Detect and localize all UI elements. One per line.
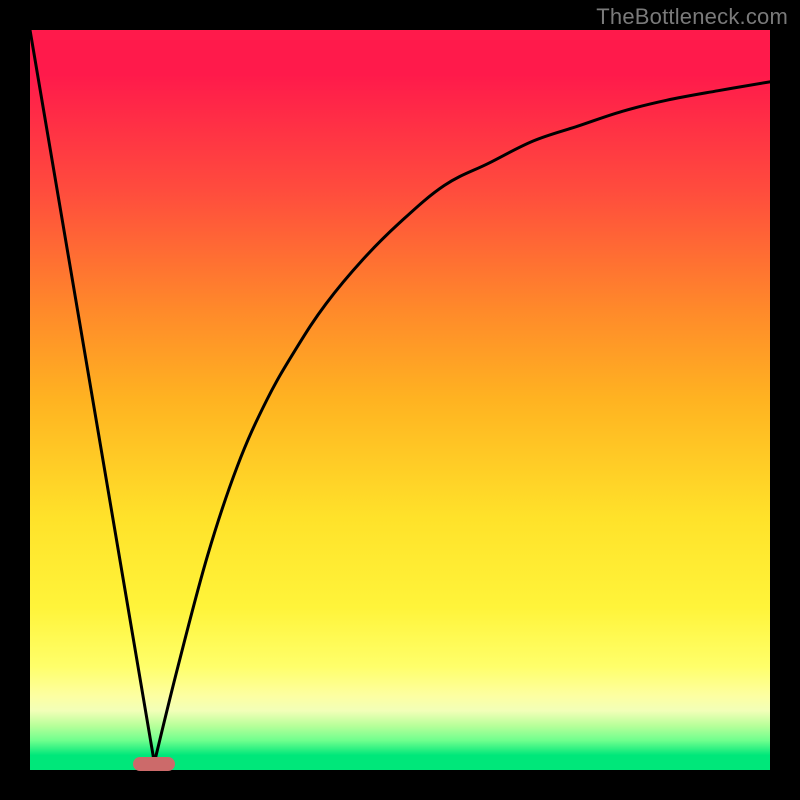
watermark-text: TheBottleneck.com bbox=[596, 4, 788, 30]
series-left-line bbox=[30, 30, 154, 763]
plot-area bbox=[30, 30, 770, 770]
series-right-curve bbox=[154, 82, 770, 763]
optimum-marker bbox=[133, 757, 175, 771]
chart-frame: TheBottleneck.com bbox=[0, 0, 800, 800]
curves-svg bbox=[30, 30, 770, 770]
